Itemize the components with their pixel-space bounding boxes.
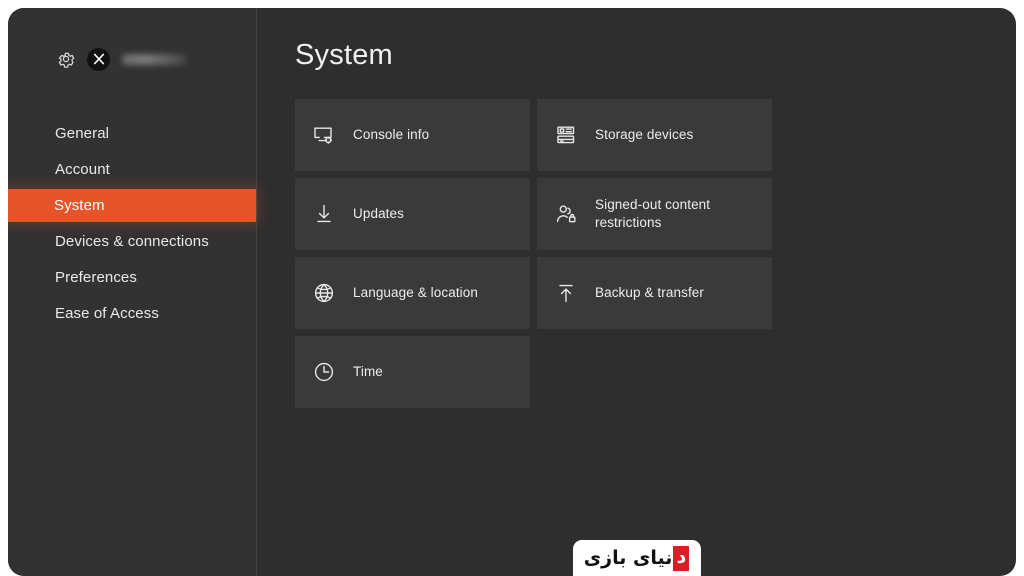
tile-console-info[interactable]: Console info [295, 99, 530, 171]
tile-label: Language & location [353, 285, 479, 301]
sidebar-item-label: Preferences [55, 269, 137, 286]
tile-label: Time [353, 364, 383, 380]
people-lock-icon [553, 201, 579, 227]
profile-header[interactable] [8, 8, 256, 76]
clock-icon [311, 359, 337, 385]
sidebar-item-label: Account [55, 161, 110, 178]
tile-label: Console info [353, 127, 430, 143]
storage-drive-icon [553, 122, 579, 148]
tile-label: Signed-out content restrictions [595, 197, 711, 230]
monitor-gear-icon [311, 122, 337, 148]
globe-icon [311, 280, 337, 306]
tile-time[interactable]: Time [295, 336, 530, 408]
download-arrow-icon [311, 201, 337, 227]
watermark-red-letter: د [673, 545, 690, 571]
sidebar-item-label: General [55, 125, 110, 142]
watermark-text: نیای بازی [583, 546, 673, 569]
site-watermark-badge: د نیای بازی [572, 540, 701, 576]
sidebar-item-label: Devices & connections [55, 233, 209, 250]
tile-updates[interactable]: Updates [295, 178, 530, 250]
sidebar-nav: General Account System Devices & connect… [8, 117, 256, 333]
upload-arrow-icon [553, 280, 579, 306]
sidebar-item-label: System [54, 197, 105, 214]
sidebar-item-system[interactable]: System [8, 189, 256, 222]
gear-icon[interactable] [55, 48, 77, 70]
sidebar-item-general[interactable]: General [8, 117, 256, 150]
sidebar-item-label: Ease of Access [55, 305, 159, 322]
page-title: System [295, 39, 393, 71]
tile-label: Backup & transfer [595, 285, 705, 301]
tile-backup-transfer[interactable]: Backup & transfer [537, 257, 772, 329]
tile-signed-out-content-restrictions[interactable]: Signed-out content restrictions [537, 178, 772, 250]
sidebar-item-preferences[interactable]: Preferences [8, 261, 256, 294]
sidebar: General Account System Devices & connect… [8, 8, 257, 576]
watermark-logo: د نیای بازی [583, 545, 690, 571]
sidebar-item-devices-connections[interactable]: Devices & connections [8, 225, 256, 258]
settings-tile-grid: Console info Storage devices Updates Sig… [295, 99, 772, 408]
tile-label: Storage devices [595, 127, 694, 143]
tile-storage-devices[interactable]: Storage devices [537, 99, 772, 171]
xbox-settings-window: General Account System Devices & connect… [8, 8, 1016, 576]
sidebar-item-ease-of-access[interactable]: Ease of Access [8, 297, 256, 330]
xbox-logo-icon[interactable] [87, 47, 110, 71]
gamertag-label [122, 53, 186, 65]
sidebar-item-account[interactable]: Account [8, 153, 256, 186]
main-content: System Console info Storage devices Upda… [257, 8, 1016, 576]
tile-label: Updates [353, 206, 404, 222]
tile-language-location[interactable]: Language & location [295, 257, 530, 329]
